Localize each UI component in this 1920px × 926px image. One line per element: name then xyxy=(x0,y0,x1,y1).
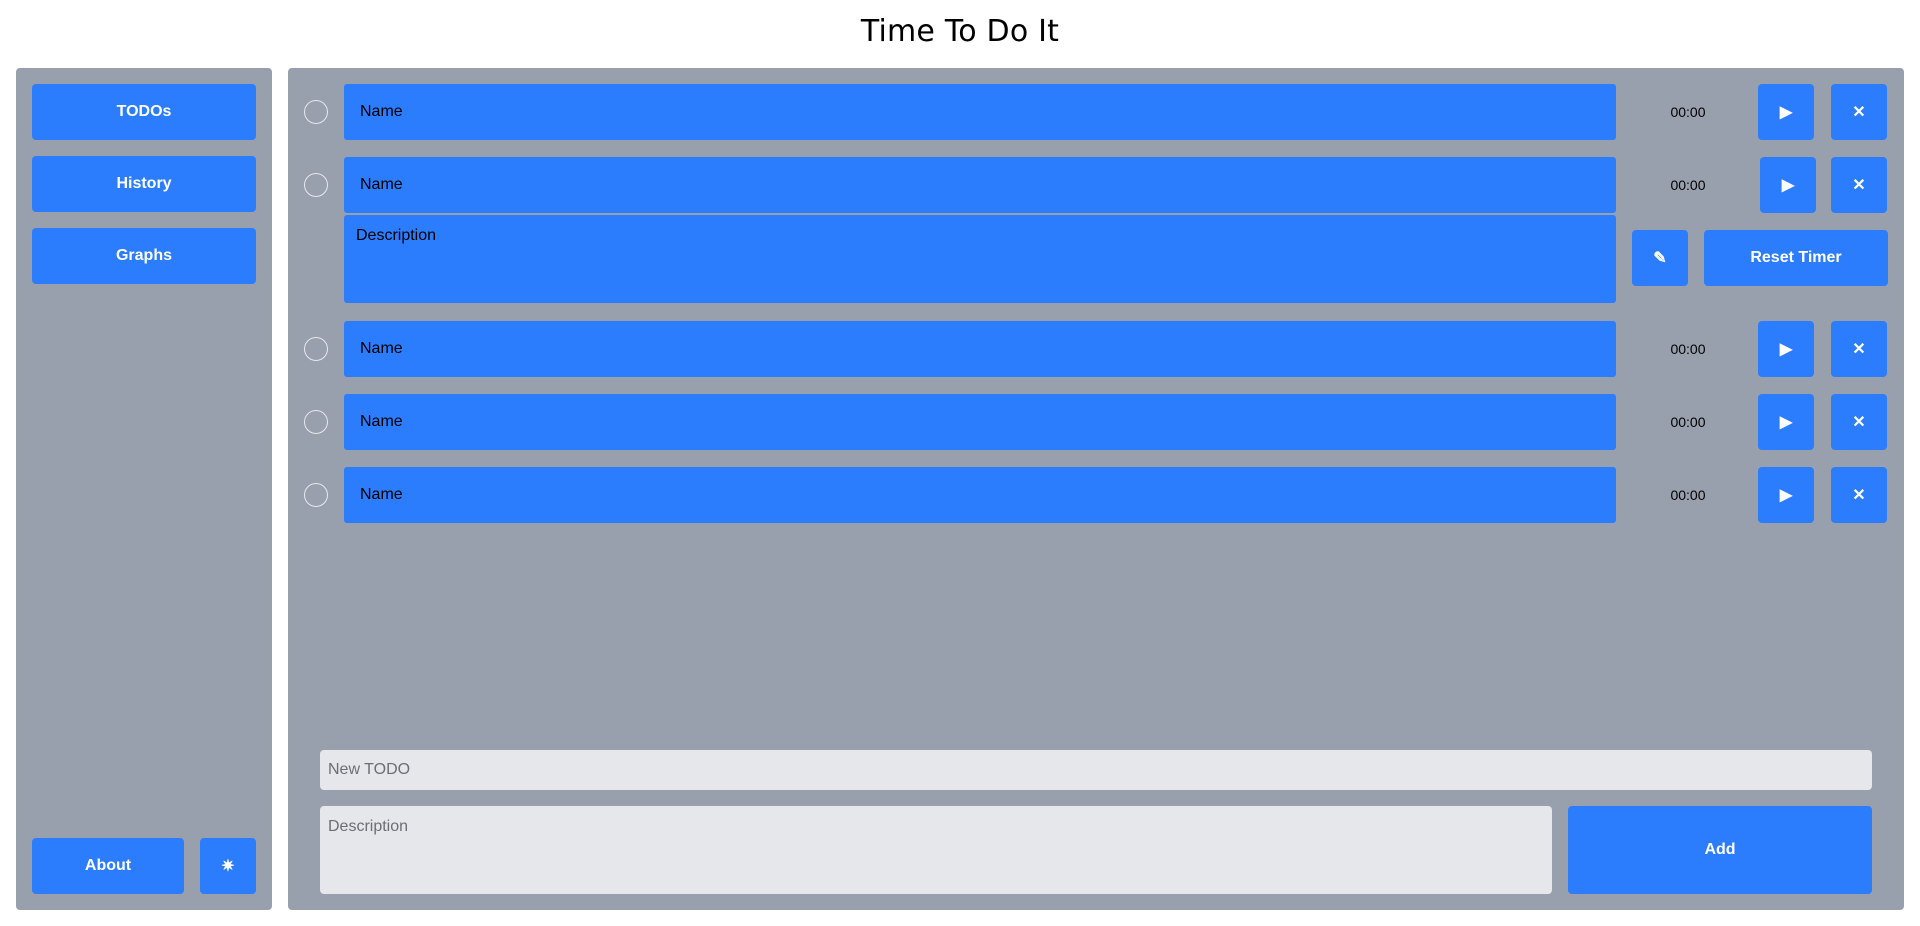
close-icon: ✕ xyxy=(1852,414,1866,431)
close-icon: ✕ xyxy=(1852,341,1866,358)
sidebar: TODOs History Graphs About ✷ xyxy=(16,68,272,910)
todo-name-field[interactable]: Name xyxy=(344,157,1616,213)
todo-timer: 00:00 xyxy=(1670,487,1706,503)
delete-button[interactable]: ✕ xyxy=(1831,157,1887,213)
todo-timer: 00:00 xyxy=(1670,341,1706,357)
about-button[interactable]: About xyxy=(32,838,184,894)
todo-description-field[interactable]: Description xyxy=(344,215,1616,303)
delete-button[interactable]: ✕ xyxy=(1831,321,1887,377)
nav-graphs-button[interactable]: Graphs xyxy=(32,228,256,284)
play-button[interactable]: ▶ xyxy=(1758,321,1814,377)
nav-todos-button[interactable]: TODOs xyxy=(32,84,256,140)
play-button[interactable]: ▶ xyxy=(1760,157,1816,213)
delete-button[interactable]: ✕ xyxy=(1831,467,1887,523)
complete-toggle[interactable] xyxy=(304,410,328,434)
todo-timer: 00:00 xyxy=(1670,414,1706,430)
play-icon: ▶ xyxy=(1781,177,1795,194)
todo-name-field[interactable]: Name xyxy=(344,84,1616,140)
complete-toggle[interactable] xyxy=(304,100,328,124)
app-title: Time To Do It xyxy=(860,14,1060,49)
delete-button[interactable]: ✕ xyxy=(1831,394,1887,450)
new-todo-description-placeholder: Description xyxy=(328,818,409,835)
new-todo-description-input[interactable]: Description xyxy=(320,806,1552,894)
todo-name-field[interactable]: Name xyxy=(344,321,1616,377)
delete-button[interactable]: ✕ xyxy=(1831,84,1887,140)
todo-name-field[interactable]: Name xyxy=(344,394,1616,450)
edit-button[interactable]: ✎ xyxy=(1632,230,1688,286)
nav-history-button[interactable]: History xyxy=(32,156,256,212)
new-todo-name-placeholder: New TODO xyxy=(328,761,411,778)
add-todo-button[interactable]: Add xyxy=(1568,806,1872,894)
close-icon: ✕ xyxy=(1852,177,1866,194)
play-button[interactable]: ▶ xyxy=(1758,394,1814,450)
todo-timer: 00:00 xyxy=(1670,177,1706,193)
reset-timer-button[interactable]: Reset Timer xyxy=(1704,230,1888,286)
theme-toggle-button[interactable]: ✷ xyxy=(200,838,256,894)
play-button[interactable]: ▶ xyxy=(1758,467,1814,523)
play-icon: ▶ xyxy=(1779,341,1793,358)
complete-toggle[interactable] xyxy=(304,483,328,507)
play-button[interactable]: ▶ xyxy=(1758,84,1814,140)
play-icon: ▶ xyxy=(1779,104,1793,121)
new-todo-name-input[interactable]: New TODO xyxy=(320,750,1872,790)
close-icon: ✕ xyxy=(1852,487,1866,504)
todo-name-field[interactable]: Name xyxy=(344,467,1616,523)
todo-panel: Name 00:00 ▶ ✕ Name 00:00 ▶ ✕ Descriptio… xyxy=(288,68,1904,910)
complete-toggle[interactable] xyxy=(304,173,328,197)
play-icon: ▶ xyxy=(1779,414,1793,431)
complete-toggle[interactable] xyxy=(304,337,328,361)
pencil-icon: ✎ xyxy=(1653,250,1667,267)
todo-timer: 00:00 xyxy=(1670,104,1706,120)
play-icon: ▶ xyxy=(1779,487,1793,504)
theme-icon: ✷ xyxy=(221,858,235,875)
close-icon: ✕ xyxy=(1852,104,1866,121)
